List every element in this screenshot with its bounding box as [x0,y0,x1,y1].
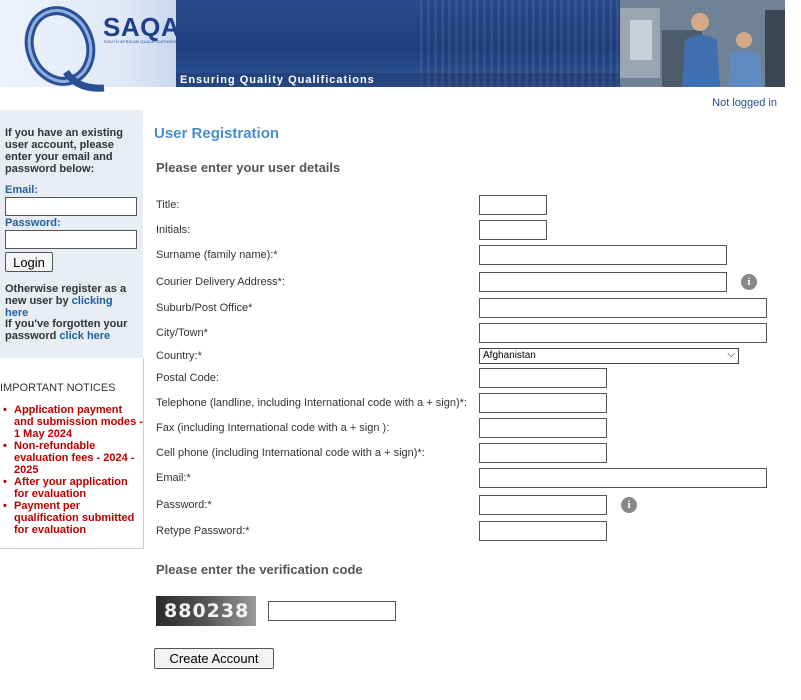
fax-label: Fax (including International code with a… [156,422,390,434]
notices-list: Application payment and submission modes… [0,404,143,536]
header-photo [620,0,785,87]
title-field[interactable] [479,195,547,215]
notice-item[interactable]: Payment per qualification submitted for … [0,500,143,536]
notice-link[interactable]: Payment per qualification submitted for … [14,500,134,536]
details-heading: Please enter your user details [156,160,341,175]
login-status: Not logged in [712,97,777,109]
chevron-down-icon: ⌵ [727,349,735,360]
fax-field[interactable] [479,418,607,438]
city-field[interactable] [479,323,767,343]
country-select[interactable]: Afghanistan ⌵ [479,348,739,364]
password-field-label: Password:* [156,499,212,511]
courier-label: Courier Delivery Address*: [156,276,285,288]
page-title: User Registration [154,125,280,142]
verification-code-input[interactable] [268,601,396,621]
email-label: Email: [5,184,39,196]
captcha-code: 880238 [164,600,250,622]
postal-code-field[interactable] [479,368,607,388]
saqa-q-logo-icon [24,6,105,92]
cell-phone-field[interactable] [479,443,607,463]
notice-link[interactable]: After your application for evaluation [14,476,128,500]
retype-password-label: Retype Password:* [156,525,250,537]
login-intro-text: If you have an existing user account, pl… [5,127,123,175]
forgot-password-link[interactable]: click here [59,330,110,342]
verification-heading: Please enter the verification code [156,562,363,577]
telephone-field[interactable] [479,393,607,413]
captcha-image: 880238 [156,596,256,626]
telephone-label: Telephone (landline, including Internati… [156,397,467,409]
password-info-icon[interactable]: i [621,497,637,513]
saqa-logo-subtext: SOUTH AFRICAN QUALIFICATIONS AUTHORITY [104,39,203,44]
initials-field[interactable] [479,220,547,240]
sidebar-login-panel: If you have an existing user account, pl… [0,110,143,358]
site-header: SAQA SOUTH AFRICAN QUALIFICATIONS AUTHOR… [0,0,801,96]
password-label: Password: [5,217,61,229]
sidebar-email-input[interactable] [5,197,137,216]
password-field[interactable] [479,495,607,515]
initials-label: Initials: [156,224,191,236]
header-edge [785,0,801,87]
suburb-field[interactable] [479,298,767,318]
email-field[interactable] [479,468,767,488]
notice-link[interactable]: Application payment and submission modes… [14,404,143,440]
notice-item[interactable]: Non-refundable evaluation fees - 2024 - … [0,440,143,476]
login-button[interactable]: Login [5,252,53,272]
notices-title: IMPORTANT NOTICES [0,382,116,394]
workers-photo-icon [620,0,785,87]
courier-address-field[interactable] [479,272,727,292]
important-notices-panel: IMPORTANT NOTICES Application payment an… [0,358,144,549]
courier-info-icon[interactable]: i [741,274,757,290]
surname-field[interactable] [479,245,727,265]
create-account-button[interactable]: Create Account [154,648,274,669]
register-text-block: Otherwise register as a new user by clic… [5,283,137,319]
country-label: Country:* [156,350,202,362]
city-label: City/Town* [156,327,208,339]
notice-link[interactable]: Non-refundable evaluation fees - 2024 - … [14,440,134,476]
cell-label: Cell phone (including International code… [156,447,425,459]
notice-item[interactable]: After your application for evaluation [0,476,143,500]
title-label: Title: [156,199,180,211]
sidebar-password-input[interactable] [5,230,137,249]
suburb-label: Suburb/Post Office* [156,302,253,314]
retype-password-field[interactable] [479,521,607,541]
surname-label: Surname (family name):* [156,249,278,261]
email-field-label: Email:* [156,472,191,484]
forgot-text-block: If you've forgotten your password click … [5,318,137,342]
postal-label: Postal Code: [156,372,219,384]
header-banner: SAQA SOUTH AFRICAN QUALIFICATIONS AUTHOR… [0,0,785,92]
country-selected-value: Afghanistan [483,350,536,361]
header-tagline: Ensuring Quality Qualifications [180,74,375,86]
notice-item[interactable]: Application payment and submission modes… [0,404,143,440]
